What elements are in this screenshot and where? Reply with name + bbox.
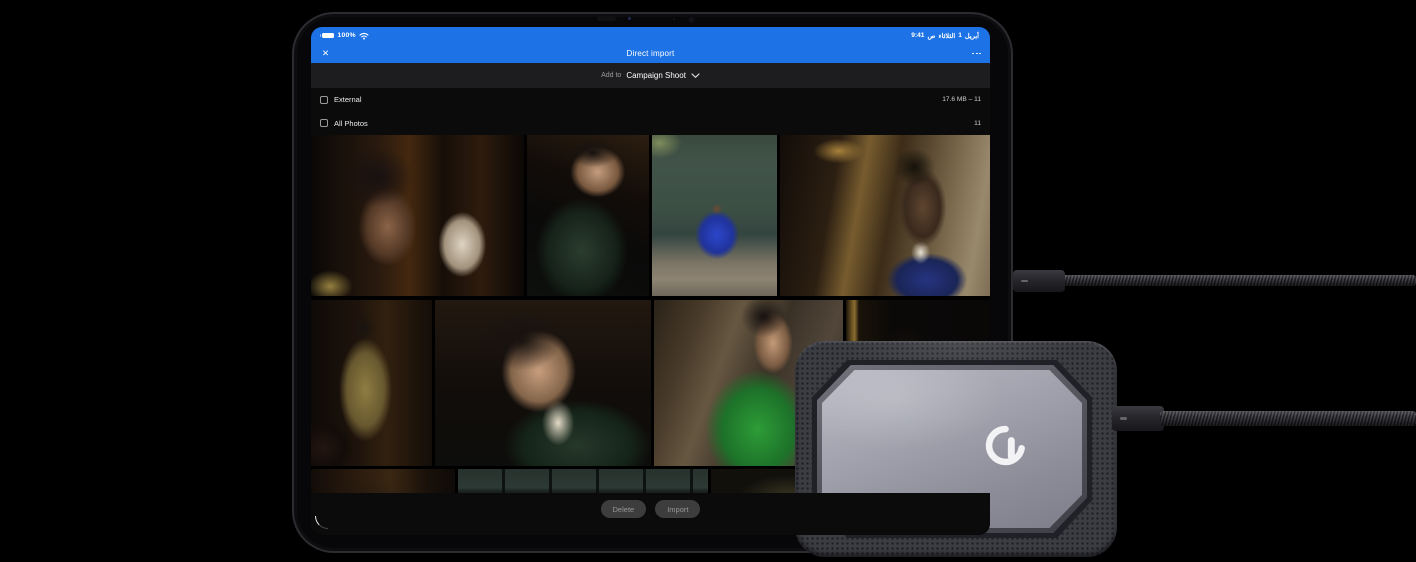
import-button[interactable]: Import bbox=[655, 500, 701, 518]
photo-thumbnail[interactable] bbox=[527, 135, 649, 296]
add-to-label: Add to bbox=[601, 72, 622, 79]
status-month: أبريل bbox=[964, 32, 979, 40]
status-day: 1 bbox=[958, 32, 962, 39]
camera-pill bbox=[597, 16, 616, 21]
thunderbolt-cable-ssd bbox=[1160, 411, 1416, 426]
app-header: ✕ Direct import bbox=[311, 44, 990, 63]
close-icon[interactable]: ✕ bbox=[322, 44, 329, 63]
usb-c-connector-tablet bbox=[1013, 270, 1065, 292]
photo-thumbnail[interactable] bbox=[311, 135, 524, 296]
status-time: 9:41 bbox=[911, 32, 925, 39]
source-row-external[interactable]: External 17.6 MB – 11 bbox=[311, 88, 990, 112]
photo-thumbnail[interactable] bbox=[780, 135, 990, 296]
album-selector[interactable]: Campaign Shoot bbox=[626, 71, 686, 80]
thunderbolt-cable-top bbox=[1062, 275, 1416, 286]
camera-lens bbox=[687, 15, 696, 24]
status-left-group: 100% bbox=[319, 32, 369, 40]
chevron-down-icon[interactable] bbox=[691, 72, 700, 79]
front-camera-cluster bbox=[597, 15, 707, 27]
scene: 100% 9:41 ص الثلاثاء 1 أبريل ✕ Direct im… bbox=[0, 0, 1416, 562]
delete-button[interactable]: Delete bbox=[600, 500, 647, 518]
photo-thumbnail[interactable] bbox=[311, 300, 432, 466]
add-to-bar: Add to Campaign Shoot bbox=[311, 63, 990, 88]
status-weekday: الثلاثاء bbox=[938, 32, 956, 40]
source-label: All Photos bbox=[334, 118, 368, 128]
source-label: External bbox=[334, 95, 362, 105]
camera-sensor-dot bbox=[628, 17, 631, 20]
wifi-icon bbox=[359, 32, 369, 39]
source-list: External 17.6 MB – 11 All Photos 11 bbox=[311, 88, 990, 135]
usb-c-connector-ssd bbox=[1112, 406, 1164, 431]
bottom-toolbar: Delete Import bbox=[311, 493, 990, 535]
checkbox-all-photos[interactable] bbox=[320, 119, 328, 128]
battery-icon bbox=[319, 32, 334, 39]
page-title: Direct import bbox=[626, 49, 675, 58]
g-drive-logo bbox=[985, 425, 1025, 466]
source-row-all-photos[interactable]: All Photos 11 bbox=[311, 112, 990, 136]
status-meridiem: ص bbox=[927, 32, 936, 40]
camera-mic-dot bbox=[673, 18, 675, 20]
status-bar: 100% 9:41 ص الثلاثاء 1 أبريل bbox=[311, 27, 990, 44]
checkbox-external[interactable] bbox=[320, 95, 328, 104]
battery-percent: 100% bbox=[337, 32, 356, 39]
photo-thumbnail[interactable] bbox=[652, 135, 777, 296]
source-meta: 11 bbox=[974, 119, 981, 127]
status-datetime: 9:41 ص الثلاثاء 1 أبريل bbox=[911, 32, 979, 40]
photo-thumbnail[interactable] bbox=[435, 300, 651, 466]
more-options-icon[interactable] bbox=[972, 44, 981, 63]
source-meta: 17.6 MB – 11 bbox=[942, 96, 981, 104]
